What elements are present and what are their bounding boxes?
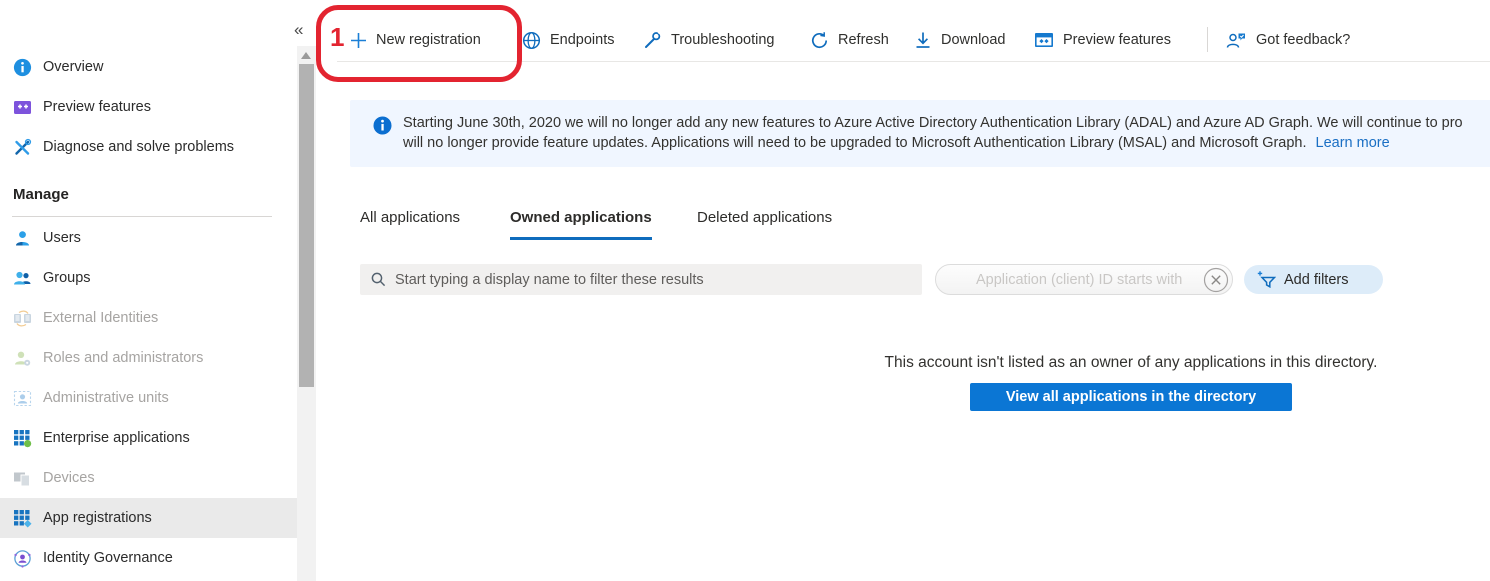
sidebar-item-preview-features[interactable]: Preview features	[0, 87, 297, 127]
sidebar-item-label: App registrations	[43, 510, 152, 526]
endpoints-label: Endpoints	[550, 32, 615, 48]
deprecation-info-banner: Starting June 30th, 2020 we will no long…	[350, 100, 1490, 167]
scrollbar-up-arrow-icon[interactable]	[301, 52, 311, 59]
feedback-icon	[1226, 31, 1247, 50]
view-all-applications-button[interactable]: View all applications in the directory	[970, 383, 1292, 411]
group-icon	[13, 269, 32, 288]
app-registrations-icon	[13, 509, 32, 528]
banner-line1: Starting June 30th, 2020 we will no long…	[403, 114, 1490, 134]
download-icon	[914, 31, 932, 49]
dismiss-filter-icon[interactable]	[1203, 267, 1229, 293]
add-filters-label: Add filters	[1284, 272, 1348, 288]
sidebar-item-label: Groups	[43, 270, 91, 286]
download-label: Download	[941, 32, 1006, 48]
tools-icon	[13, 138, 32, 157]
tab-deleted-applications[interactable]: Deleted applications	[697, 209, 832, 240]
learn-more-link[interactable]: Learn more	[1316, 135, 1390, 151]
sidebar-item-users[interactable]: Users	[0, 218, 297, 258]
got-feedback-label: Got feedback?	[1256, 32, 1350, 48]
troubleshooting-label: Troubleshooting	[671, 32, 774, 48]
sidebar-item-enterprise-applications[interactable]: Enterprise applications	[0, 418, 297, 458]
sidebar-item-diagnose[interactable]: Diagnose and solve problems	[0, 127, 297, 167]
preview-window-icon	[1034, 31, 1054, 49]
refresh-button[interactable]: Refresh	[810, 26, 889, 54]
devices-icon	[13, 469, 32, 488]
sidebar-section-manage: Manage	[13, 186, 69, 203]
client-id-filter-pill[interactable]: Application (client) ID starts with	[935, 264, 1233, 295]
enterprise-apps-icon	[13, 429, 32, 448]
search-input[interactable]	[395, 272, 895, 288]
sidebar-item-label: Identity Governance	[43, 550, 173, 566]
sidebar-item-label: Overview	[43, 59, 103, 75]
sidebar-item-devices[interactable]: Devices	[0, 458, 297, 498]
sidebar-item-roles-administrators[interactable]: Roles and administrators	[0, 338, 297, 378]
endpoints-button[interactable]: Endpoints	[522, 26, 615, 54]
banner-line2: will no longer provide feature updates. …	[403, 135, 1307, 151]
application-search-box[interactable]	[360, 264, 922, 295]
sidebar-item-identity-governance[interactable]: Identity Governance	[0, 538, 297, 578]
got-feedback-button[interactable]: Got feedback?	[1226, 26, 1350, 54]
add-filter-icon	[1257, 270, 1276, 289]
sidebar-item-label: Preview features	[43, 99, 151, 115]
wrench-icon	[643, 31, 662, 50]
sidebar-divider	[12, 216, 272, 217]
preview-features-button[interactable]: Preview features	[1034, 26, 1171, 54]
search-icon	[370, 271, 387, 288]
roles-icon	[13, 349, 32, 368]
new-registration-label: New registration	[376, 32, 481, 48]
tab-owned-applications[interactable]: Owned applications	[510, 209, 652, 240]
filter-pill-label: Application (client) ID starts with	[976, 272, 1182, 288]
external-identities-icon	[13, 309, 32, 328]
globe-icon	[522, 31, 541, 50]
toolbar-separator	[1207, 27, 1208, 52]
new-registration-button[interactable]: New registration	[350, 26, 481, 54]
preview-features-label: Preview features	[1063, 32, 1171, 48]
download-button[interactable]: Download	[914, 26, 1006, 54]
empty-state-message: This account isn't listed as an owner of…	[845, 354, 1417, 372]
preview-features-icon	[13, 98, 32, 117]
sidebar-item-app-registrations[interactable]: App registrations	[0, 498, 297, 538]
sidebar-item-label: Roles and administrators	[43, 350, 203, 366]
toolbar-divider	[337, 61, 1490, 62]
sidebar-item-external-identities[interactable]: External Identities	[0, 298, 297, 338]
vertical-scrollbar[interactable]	[297, 46, 316, 581]
sidebar: y Overview Preview features Diagnose and…	[0, 0, 297, 581]
annotation-step-number: 1	[330, 22, 344, 53]
info-icon	[13, 58, 32, 77]
tab-all-applications[interactable]: All applications	[360, 209, 460, 240]
scrollbar-thumb[interactable]	[299, 64, 314, 387]
user-icon	[13, 229, 32, 248]
sidebar-collapse-button[interactable]: «	[294, 20, 303, 40]
plus-icon	[350, 32, 367, 49]
clipped-title-fragment: y	[188, 0, 198, 4]
sidebar-item-label: Administrative units	[43, 390, 169, 406]
sidebar-item-groups[interactable]: Groups	[0, 258, 297, 298]
identity-governance-icon	[13, 549, 32, 568]
sidebar-item-label: Devices	[43, 470, 95, 486]
sidebar-item-label: External Identities	[43, 310, 158, 326]
sidebar-item-overview[interactable]: Overview	[0, 47, 297, 87]
sidebar-item-label: Enterprise applications	[43, 430, 190, 446]
info-icon	[373, 116, 392, 135]
add-filters-button[interactable]: Add filters	[1244, 265, 1383, 294]
sidebar-item-label: Diagnose and solve problems	[43, 139, 234, 155]
refresh-icon	[810, 31, 829, 50]
sidebar-item-label: Users	[43, 230, 81, 246]
sidebar-item-administrative-units[interactable]: Administrative units	[0, 378, 297, 418]
admin-units-icon	[13, 389, 32, 408]
troubleshooting-button[interactable]: Troubleshooting	[643, 26, 774, 54]
refresh-label: Refresh	[838, 32, 889, 48]
